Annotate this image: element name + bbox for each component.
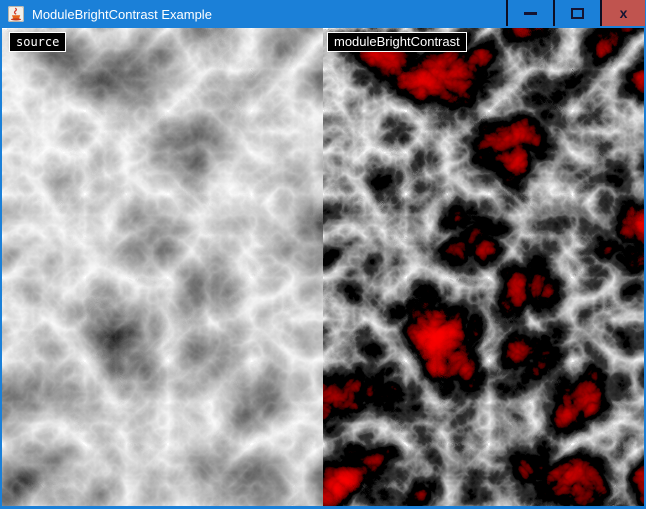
titlebar[interactable]: ModuleBrightContrast Example x [0,0,646,28]
processed-label: moduleBrightContrast [327,32,467,52]
source-image [2,28,323,506]
java-coffee-cup-icon [8,6,24,22]
close-icon: x [620,6,628,20]
app-window: ModuleBrightContrast Example x [0,0,646,509]
source-label: source [9,32,66,52]
window-controls: x [506,0,645,26]
content-area: source moduleBrigh [2,28,644,506]
close-button[interactable]: x [600,0,645,26]
processed-panel: moduleBrightContrast [323,28,644,506]
maximize-button[interactable] [553,0,600,26]
minimize-button[interactable] [506,0,553,26]
processed-image [323,28,644,506]
maximize-icon [571,8,584,19]
minimize-icon [524,12,537,15]
source-panel: source [2,28,323,506]
